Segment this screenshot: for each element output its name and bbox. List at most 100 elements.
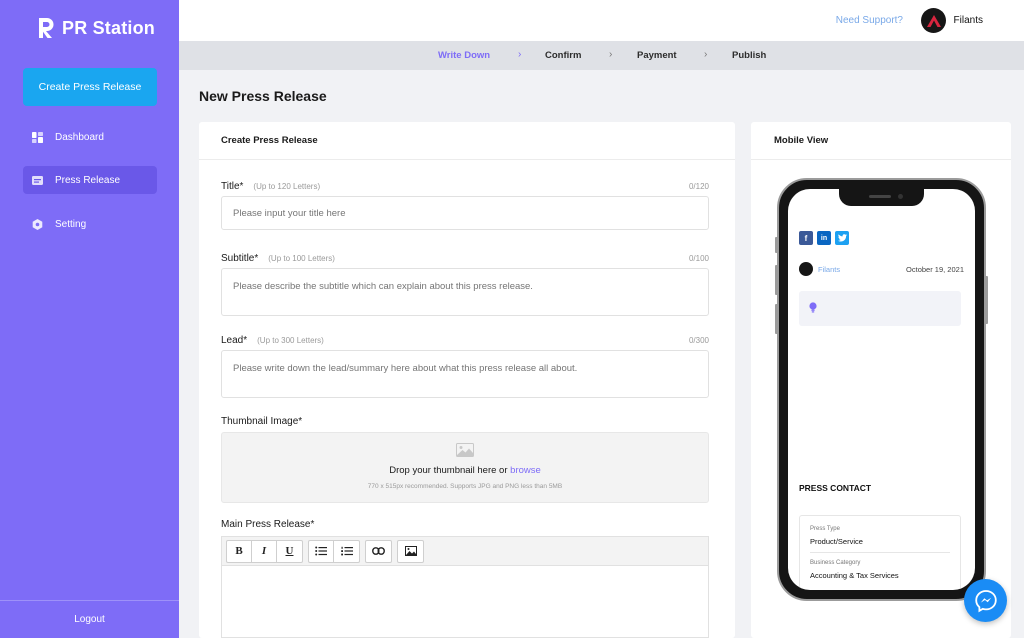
- press-type-label: Press Type: [810, 526, 840, 532]
- brand-logo[interactable]: PR Station: [36, 16, 155, 40]
- thumbnail-label: Thumbnail Image*: [221, 416, 303, 427]
- main-label-row: Main Press Release*: [221, 519, 709, 530]
- lead-hint: (Up to 300 Letters): [257, 336, 324, 345]
- lead-counter: 0/300: [688, 336, 709, 345]
- logout-button[interactable]: Logout: [0, 600, 179, 638]
- step-publish: Publish: [732, 50, 767, 61]
- title-input[interactable]: [221, 196, 709, 230]
- progress-steps: Write Down › Confirm › Payment › Publish: [179, 41, 1024, 70]
- lead-input[interactable]: [221, 350, 709, 398]
- list-group: [308, 539, 360, 563]
- subtitle-input[interactable]: [221, 268, 709, 316]
- sidebar-item-setting[interactable]: Setting: [23, 210, 157, 238]
- sidebar-item-label: Press Release: [55, 174, 121, 186]
- brand-name: PR Station: [62, 17, 156, 38]
- press-contact-heading: PRESS CONTACT: [799, 483, 872, 493]
- social-share-icons: f in: [799, 231, 849, 245]
- linkedin-icon[interactable]: in: [817, 231, 831, 245]
- mobile-author: Filants: [799, 262, 840, 276]
- top-bar: Need Support? Filants: [179, 0, 1024, 41]
- card-title: Create Press Release: [199, 122, 735, 160]
- dashboard-icon: [32, 131, 43, 143]
- editor-toolbar: B I U: [221, 536, 709, 566]
- bulleted-list-button[interactable]: [309, 540, 334, 562]
- title-counter: 0/120: [688, 182, 709, 191]
- business-category-label: Business Category: [810, 560, 861, 566]
- italic-button[interactable]: I: [252, 540, 277, 562]
- dropzone-text: Drop your thumbnail here or browse: [222, 465, 708, 476]
- sidebar-item-dashboard[interactable]: Dashboard: [23, 123, 157, 151]
- insert-link-button[interactable]: [366, 541, 391, 562]
- phone-screen: f in Filants October 19, 2021 PRESS CONT…: [788, 189, 975, 590]
- numbered-list-button[interactable]: [334, 541, 359, 562]
- link-group: [365, 539, 392, 563]
- mobile-view-card: Mobile View f in Filants October 19, 202…: [751, 122, 1011, 638]
- phone-speaker: [869, 195, 891, 198]
- twitter-bird-icon: [837, 234, 847, 242]
- subtitle-label-row: Subtitle* (Up to 100 Letters) 0/100: [221, 253, 709, 264]
- title-label: Title*: [221, 181, 244, 192]
- lead-label: Lead*: [221, 335, 248, 346]
- sidebar-item-label: Setting: [55, 218, 87, 230]
- sidebar-item-press-release[interactable]: Press Release: [23, 166, 157, 194]
- link-icon: [372, 547, 385, 555]
- filants-logo-icon: [926, 14, 941, 27]
- messenger-chat-button[interactable]: [964, 579, 1007, 622]
- subtitle-counter: 0/100: [688, 254, 709, 263]
- numbered-list-icon: [340, 546, 353, 556]
- twitter-icon[interactable]: [835, 231, 849, 245]
- business-category-value: Accounting & Tax Services: [810, 571, 899, 580]
- messenger-icon: [974, 589, 997, 612]
- bold-button[interactable]: B: [227, 540, 252, 562]
- phone-camera: [898, 194, 903, 199]
- document-icon: [32, 175, 43, 185]
- lightbulb-icon: [809, 302, 817, 313]
- step-write-down: Write Down: [438, 50, 491, 61]
- step-payment: Payment: [637, 50, 677, 61]
- dropzone-note: 770 x 515px recommended. Supports JPG an…: [367, 483, 563, 490]
- subtitle-label: Subtitle*: [221, 253, 259, 264]
- gear-icon: [32, 218, 43, 230]
- image-placeholder-icon: [456, 443, 474, 457]
- title-label-row: Title* (Up to 120 Letters) 0/120: [221, 181, 709, 192]
- main-press-release-editor[interactable]: [221, 566, 709, 638]
- insert-image-button[interactable]: [398, 541, 423, 562]
- subtitle-hint: (Up to 100 Letters): [268, 254, 335, 263]
- need-support-link[interactable]: Need Support?: [836, 15, 903, 26]
- sidebar-item-label: Dashboard: [55, 131, 104, 143]
- browse-link[interactable]: browse: [510, 465, 541, 476]
- facebook-icon[interactable]: f: [799, 231, 813, 245]
- author-name: Filants: [818, 264, 841, 274]
- phone-notch: [839, 189, 924, 206]
- chevron-right-icon: ›: [609, 49, 613, 60]
- step-confirm: Confirm: [545, 50, 582, 61]
- press-type-value: Product/Service: [810, 537, 863, 546]
- title-hint: (Up to 120 Letters): [253, 182, 321, 191]
- create-press-release-button[interactable]: Create Press Release: [23, 68, 157, 106]
- underline-button[interactable]: U: [277, 541, 302, 562]
- avatar[interactable]: [921, 8, 946, 33]
- image-icon: [404, 546, 417, 556]
- chevron-right-icon: ›: [704, 49, 708, 60]
- thumbnail-dropzone[interactable]: Drop your thumbnail here or browse 770 x…: [221, 432, 709, 503]
- sidebar: PR Station Create Press Release Dashboar…: [0, 0, 179, 638]
- chevron-right-icon: ›: [518, 49, 522, 60]
- mobile-view-title: Mobile View: [751, 122, 1011, 160]
- pr-station-logo-icon: [39, 18, 54, 38]
- lead-preview-box: [799, 291, 961, 326]
- thumbnail-label-row: Thumbnail Image*: [221, 416, 709, 427]
- dropzone-instruction: Drop your thumbnail here or: [389, 465, 508, 476]
- user-name[interactable]: Filants: [954, 15, 983, 26]
- format-group: B I U: [226, 539, 303, 563]
- phone-mockup: f in Filants October 19, 2021 PRESS CONT…: [777, 178, 986, 601]
- image-group: [397, 539, 424, 563]
- create-press-release-card: Create Press Release Title* (Up to 120 L…: [199, 122, 735, 638]
- lead-label-row: Lead* (Up to 300 Letters) 0/300: [221, 335, 709, 346]
- publish-date: October 19, 2021: [906, 265, 964, 274]
- page-title: New Press Release: [199, 88, 327, 104]
- bulleted-list-icon: [315, 546, 327, 556]
- contact-details: Press Type Product/Service Business Cate…: [799, 515, 961, 590]
- avatar: [799, 262, 813, 276]
- divider: [810, 552, 950, 553]
- main-press-release-label: Main Press Release*: [221, 519, 315, 530]
